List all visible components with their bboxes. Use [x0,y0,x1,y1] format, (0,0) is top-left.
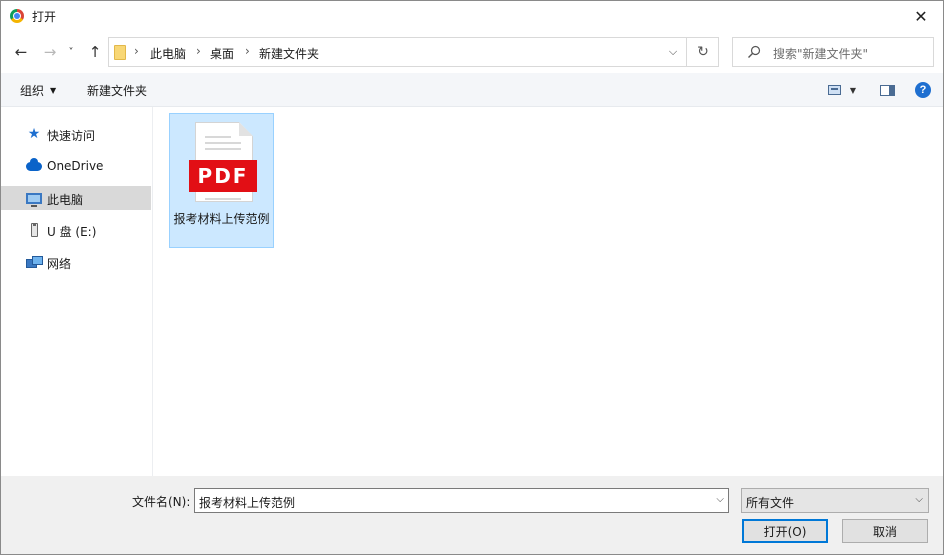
breadcrumb-separator[interactable]: › [134,44,139,58]
navigation-pane: ★ 快速访问 OneDrive 此电脑 U 盘 (E:) 网络 [1,107,153,476]
sidebar-item-label: 网络 [47,257,72,271]
title-bar: 打开 ✕ [1,1,943,31]
pdf-badge: PDF [189,160,257,192]
file-name: 报考材料上传范例 [173,212,270,226]
filename-input[interactable]: 报考材料上传范例 ⌵ [194,488,729,513]
caret-down-icon: ▼ [50,86,57,95]
sidebar-item-onedrive[interactable]: OneDrive [1,154,151,178]
change-view-button[interactable]: ▼ [824,82,860,98]
star-icon: ★ [27,126,41,142]
up-button[interactable]: ↑ [86,43,104,61]
sidebar-item-label: 此电脑 [47,193,84,207]
command-bar: 组织 ▼ 新建文件夹 ▼ ? [1,73,943,107]
back-button[interactable]: ← [12,43,30,61]
folder-icon [114,45,126,60]
search-icon [748,45,761,58]
usb-drive-icon [25,222,43,238]
open-button[interactable]: 打开(O) [742,519,828,543]
recent-locations-button[interactable]: ˅ [65,43,77,61]
preview-pane-icon [879,84,895,96]
file-open-dialog: 打开 ✕ ← → ˅ ↑ › 此电脑 › 桌面 › 新建文件夹 ⌵ ↻ 搜索"新… [0,0,944,555]
chevron-down-icon: ⌵ [915,494,923,505]
sidebar-item-network[interactable]: 网络 [1,250,151,274]
filetype-value: 所有文件 [746,496,795,510]
sidebar-item-label: OneDrive [47,159,104,173]
help-button[interactable]: ? [914,82,932,98]
sidebar-item-label: U 盘 (E:) [47,225,97,239]
network-icon [25,254,43,270]
address-bar[interactable]: › 此电脑 › 桌面 › 新建文件夹 ⌵ ↻ [108,37,719,67]
help-icon: ? [915,82,931,98]
breadcrumb-separator[interactable]: › [196,44,201,58]
window-title: 打开 [32,10,57,24]
filename-value: 报考材料上传范例 [199,496,296,510]
forward-button[interactable]: → [41,43,59,61]
document-line [205,148,241,150]
file-item-pdf[interactable]: PDF 报考材料上传范例 [169,113,274,248]
address-divider [686,38,687,66]
cancel-button[interactable]: 取消 [842,519,928,543]
new-folder-button[interactable]: 新建文件夹 [87,82,147,99]
file-selection-bar: 文件名(N): 报考材料上传范例 ⌵ 所有文件 ⌵ 打开(O) 取消 [1,476,943,554]
search-placeholder: 搜索"新建文件夹" [773,47,869,61]
chevron-down-icon[interactable]: ⌵ [716,494,724,505]
cloud-icon [25,157,43,174]
sidebar-item-usb-drive[interactable]: U 盘 (E:) [1,218,151,242]
document-line [205,142,241,144]
preview-pane-button[interactable] [878,82,896,98]
breadcrumb-this-pc[interactable]: 此电脑 [150,45,186,62]
file-list: PDF 报考材料上传范例 [154,107,943,476]
document-line [205,136,231,138]
chrome-icon [10,9,24,23]
breadcrumb-separator[interactable]: › [245,44,250,58]
breadcrumb-desktop[interactable]: 桌面 [210,45,234,62]
sidebar-item-label: 快速访问 [47,129,96,143]
filename-label: 文件名(N): [132,495,191,509]
pc-icon [25,190,43,207]
breadcrumb-new-folder[interactable]: 新建文件夹 [259,45,319,62]
pdf-file-icon: PDF [189,122,257,202]
caret-down-icon: ▼ [849,85,857,95]
navigation-row: ← → ˅ ↑ › 此电脑 › 桌面 › 新建文件夹 ⌵ ↻ 搜索"新建文件夹" [1,31,943,73]
filetype-select[interactable]: 所有文件 ⌵ [741,488,929,513]
sidebar-item-quick-access[interactable]: ★ 快速访问 [1,122,151,146]
sidebar-item-this-pc[interactable]: 此电脑 [1,186,151,210]
organize-label: 组织 [20,84,45,98]
refresh-button[interactable]: ↻ [689,41,717,63]
close-button[interactable]: ✕ [899,1,943,31]
document-line [205,198,241,200]
organize-menu[interactable]: 组织 ▼ [20,82,56,99]
search-box[interactable]: 搜索"新建文件夹" [732,37,934,67]
address-dropdown-button[interactable]: ⌵ [660,41,686,63]
view-mode-icon [827,85,841,95]
